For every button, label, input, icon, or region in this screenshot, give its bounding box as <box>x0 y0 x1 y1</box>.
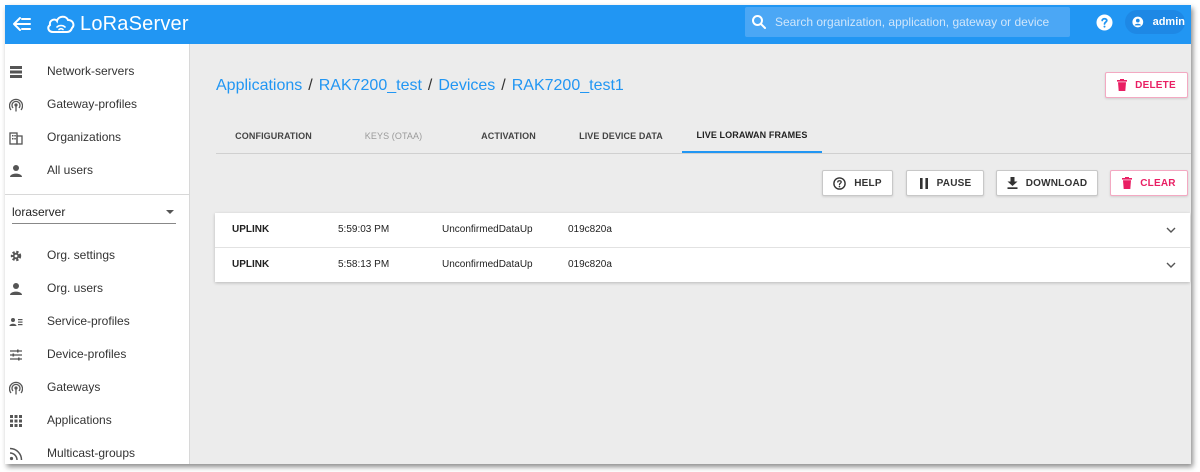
tab-configuration[interactable]: CONFIGURATION <box>216 119 331 153</box>
tab-keys-otaa[interactable]: KEYS (OTAA) <box>331 119 456 153</box>
organization-select[interactable]: loraserver <box>12 202 176 224</box>
sidebar-item-label: Multicast-groups <box>47 446 136 460</box>
search-icon <box>752 15 766 29</box>
help-button-label: HELP <box>854 177 882 189</box>
tune-icon <box>10 349 22 361</box>
lorawan-frames-list: UPLINK 5:59:03 PM UnconfirmedDataUp 019c… <box>215 213 1190 282</box>
menu-collapse-icon[interactable] <box>11 14 33 34</box>
sidebar-item-label: Applications <box>47 413 112 427</box>
broadcast-icon <box>9 98 23 112</box>
account-details-icon <box>9 318 23 326</box>
organization-select-value: loraserver <box>12 205 66 219</box>
sidebar-item-network-servers[interactable]: Network-servers <box>5 57 189 87</box>
help-button[interactable]: HELP <box>822 170 893 196</box>
frame-direction: UPLINK <box>232 224 270 235</box>
tab-live-lorawan-frames[interactable]: LIVE LORAWAN FRAMES <box>682 119 822 153</box>
sidebar-item-label: All users <box>47 163 94 177</box>
user-icon <box>10 165 22 177</box>
sidebar-item-applications[interactable]: Applications <box>5 406 189 436</box>
sidebar-item-org-settings[interactable]: Org. settings <box>5 241 189 271</box>
pause-button[interactable]: PAUSE <box>906 170 984 196</box>
chevron-down-icon[interactable] <box>1166 225 1176 235</box>
clear-button[interactable]: CLEAR <box>1110 170 1188 196</box>
delete-button[interactable]: DELETE <box>1105 72 1188 98</box>
breadcrumb-application[interactable]: RAK7200_test <box>319 77 422 94</box>
sidebar-item-org-users[interactable]: Org. users <box>5 274 189 304</box>
pause-button-label: PAUSE <box>936 177 972 189</box>
frame-row[interactable]: UPLINK 5:59:03 PM UnconfirmedDataUp 019c… <box>215 213 1190 247</box>
sidebar-item-device-profiles[interactable]: Device-profiles <box>5 340 189 370</box>
breadcrumb-applications[interactable]: Applications <box>216 77 302 94</box>
sidebar: Network-servers Gateway-profiles Organiz… <box>5 44 190 464</box>
broadcast-icon <box>9 381 23 395</box>
download-button-label: DOWNLOAD <box>1025 177 1088 189</box>
sidebar-item-label: Gateway-profiles <box>47 97 138 111</box>
frame-dev-addr: 019c820a <box>568 224 612 235</box>
sidebar-item-gateway-profiles[interactable]: Gateway-profiles <box>5 90 189 120</box>
domain-icon <box>9 132 23 145</box>
tab-activation[interactable]: ACTIVATION <box>456 119 561 153</box>
tab-label: LIVE DEVICE DATA <box>579 131 663 141</box>
top-app-bar: LoRaServer admin <box>5 5 1191 44</box>
breadcrumb-separator: / <box>427 77 433 94</box>
sidebar-item-label: Network-servers <box>47 64 135 78</box>
delete-button-label: DELETE <box>1135 79 1176 91</box>
breadcrumb-separator: / <box>308 77 313 94</box>
chevron-down-icon[interactable] <box>1166 260 1176 270</box>
sidebar-item-all-users[interactable]: All users <box>5 156 189 186</box>
cloud-logo-icon <box>47 15 75 33</box>
sidebar-item-multicast-groups[interactable]: Multicast-groups <box>5 439 189 464</box>
frame-type: UnconfirmedDataUp <box>442 224 533 235</box>
gear-icon <box>10 250 22 262</box>
breadcrumb-devices[interactable]: Devices <box>438 77 495 94</box>
frame-row[interactable]: UPLINK 5:58:13 PM UnconfirmedDataUp 019c… <box>215 247 1190 281</box>
tab-label: KEYS (OTAA) <box>364 131 423 141</box>
frame-dev-addr: 019c820a <box>568 259 612 270</box>
chevron-down-icon <box>166 210 174 214</box>
tab-label: LIVE LORAWAN FRAMES <box>696 130 808 140</box>
frame-type: UnconfirmedDataUp <box>442 259 533 270</box>
sidebar-item-organizations[interactable]: Organizations <box>5 123 189 153</box>
trash-icon <box>1117 79 1128 91</box>
sidebar-item-label: Org. settings <box>47 248 116 262</box>
download-button[interactable]: DOWNLOAD <box>996 170 1098 196</box>
sidebar-divider <box>5 194 189 195</box>
sidebar-item-label: Org. users <box>47 281 104 295</box>
frame-time: 5:59:03 PM <box>338 224 390 235</box>
breadcrumb-device[interactable]: RAK7200_test1 <box>512 77 624 94</box>
app-window: LoRaServer admin <box>5 5 1191 464</box>
apps-grid-icon <box>10 415 22 427</box>
sidebar-item-label: Organizations <box>47 130 122 144</box>
sidebar-item-gateways[interactable]: Gateways <box>5 373 189 403</box>
user-name: admin <box>1152 16 1185 28</box>
help-circle-icon <box>833 176 847 190</box>
account-circle-icon <box>1132 16 1144 28</box>
device-tabs: CONFIGURATION KEYS (OTAA) ACTIVATION LIV… <box>216 119 1191 154</box>
pause-icon <box>919 177 928 189</box>
sidebar-item-service-profiles[interactable]: Service-profiles <box>5 307 189 337</box>
server-icon <box>10 66 22 78</box>
user-menu-button[interactable]: admin <box>1125 10 1185 34</box>
breadcrumb: Applications / RAK7200_test / Devices / RAK720… <box>216 77 624 95</box>
breadcrumb-separator: / <box>501 77 506 94</box>
frame-direction: UPLINK <box>232 259 270 270</box>
sidebar-item-label: Gateways <box>47 380 101 394</box>
help-circle-icon[interactable] <box>1096 14 1113 31</box>
clear-button-label: CLEAR <box>1140 177 1176 189</box>
tab-label: ACTIVATION <box>481 131 536 141</box>
frame-time: 5:58:13 PM <box>338 259 390 270</box>
trash-icon <box>1122 177 1133 189</box>
tab-live-device-data[interactable]: LIVE DEVICE DATA <box>561 119 681 153</box>
sidebar-item-label: Device-profiles <box>47 347 127 361</box>
sidebar-item-label: Service-profiles <box>47 314 130 328</box>
app-logo[interactable]: LoRaServer <box>45 9 189 39</box>
rss-icon <box>9 447 23 461</box>
user-icon <box>10 283 22 295</box>
download-icon <box>1007 177 1018 189</box>
global-search[interactable] <box>745 7 1070 37</box>
tab-label: CONFIGURATION <box>235 131 312 141</box>
app-title: LoRaServer <box>80 12 189 35</box>
search-input[interactable] <box>775 15 1070 29</box>
